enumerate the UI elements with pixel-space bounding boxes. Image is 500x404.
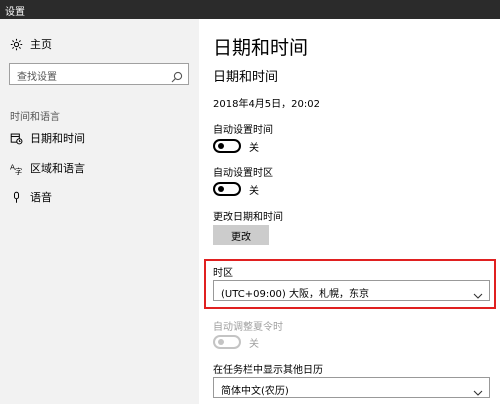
auto-timezone-toggle-row: 关 [213, 181, 259, 197]
sidebar-item-speech[interactable]: 语音 [0, 184, 199, 210]
sidebar-home-label: 主页 [30, 38, 52, 51]
search-input[interactable]: 查找设置 [9, 63, 189, 85]
window-title: 设置 [5, 7, 25, 18]
sidebar-item-home[interactable]: 主页 [0, 31, 199, 57]
region-language-icon: A字 [9, 161, 23, 175]
sidebar-item-datetime[interactable]: 日期和时间 [0, 125, 199, 151]
title-bar: 设置 [0, 0, 500, 19]
calendar-value: 简体中文(农历) [221, 386, 289, 397]
calendar-dropdown[interactable]: 简体中文(农历) [213, 377, 490, 398]
sidebar-item-label: 日期和时间 [30, 132, 85, 145]
auto-time-label: 自动设置时间 [213, 125, 273, 136]
auto-time-state: 关 [249, 142, 259, 154]
chevron-down-icon [473, 383, 483, 396]
timezone-value: (UTC+09:00) 大阪，札幌，东京 [221, 289, 370, 300]
search-icon[interactable] [171, 68, 183, 83]
change-datetime-label: 更改日期和时间 [213, 212, 283, 223]
timezone-dropdown[interactable]: (UTC+09:00) 大阪，札幌，东京 [213, 280, 490, 301]
auto-timezone-label: 自动设置时区 [213, 168, 273, 179]
auto-time-toggle-row: 关 [213, 138, 259, 154]
dst-toggle-row: 关 [213, 334, 259, 350]
sidebar: 主页 查找设置 时间和语言 日期和时间 A字 区域和语言 语音 [0, 19, 199, 404]
auto-timezone-toggle[interactable] [213, 182, 241, 196]
sidebar-item-label: 区域和语言 [30, 162, 85, 175]
dst-state: 关 [249, 338, 259, 350]
calendar-clock-icon [9, 131, 23, 145]
dst-label: 自动调整夏令时 [213, 322, 283, 333]
main-panel: 日期和时间 日期和时间 2018年4月5日，20:02 自动设置时间 关 自动设… [199, 19, 500, 404]
timezone-label: 时区 [213, 268, 233, 279]
auto-time-toggle[interactable] [213, 139, 241, 153]
current-datetime: 2018年4月5日，20:02 [213, 99, 320, 110]
svg-text:字: 字 [14, 167, 21, 175]
microphone-icon [9, 190, 23, 204]
page-title: 日期和时间 [213, 37, 309, 59]
change-button[interactable]: 更改 [213, 225, 269, 245]
section-label: 时间和语言 [10, 112, 60, 123]
sidebar-item-label: 语音 [30, 191, 52, 204]
auto-timezone-state: 关 [249, 185, 259, 197]
chevron-down-icon [473, 286, 483, 299]
search-placeholder: 查找设置 [17, 72, 57, 83]
gear-icon [9, 37, 23, 51]
section-title: 日期和时间 [213, 70, 279, 85]
sidebar-item-region[interactable]: A字 区域和语言 [0, 155, 199, 181]
calendar-label: 在任务栏中显示其他日历 [213, 365, 323, 376]
dst-toggle[interactable] [213, 335, 241, 349]
